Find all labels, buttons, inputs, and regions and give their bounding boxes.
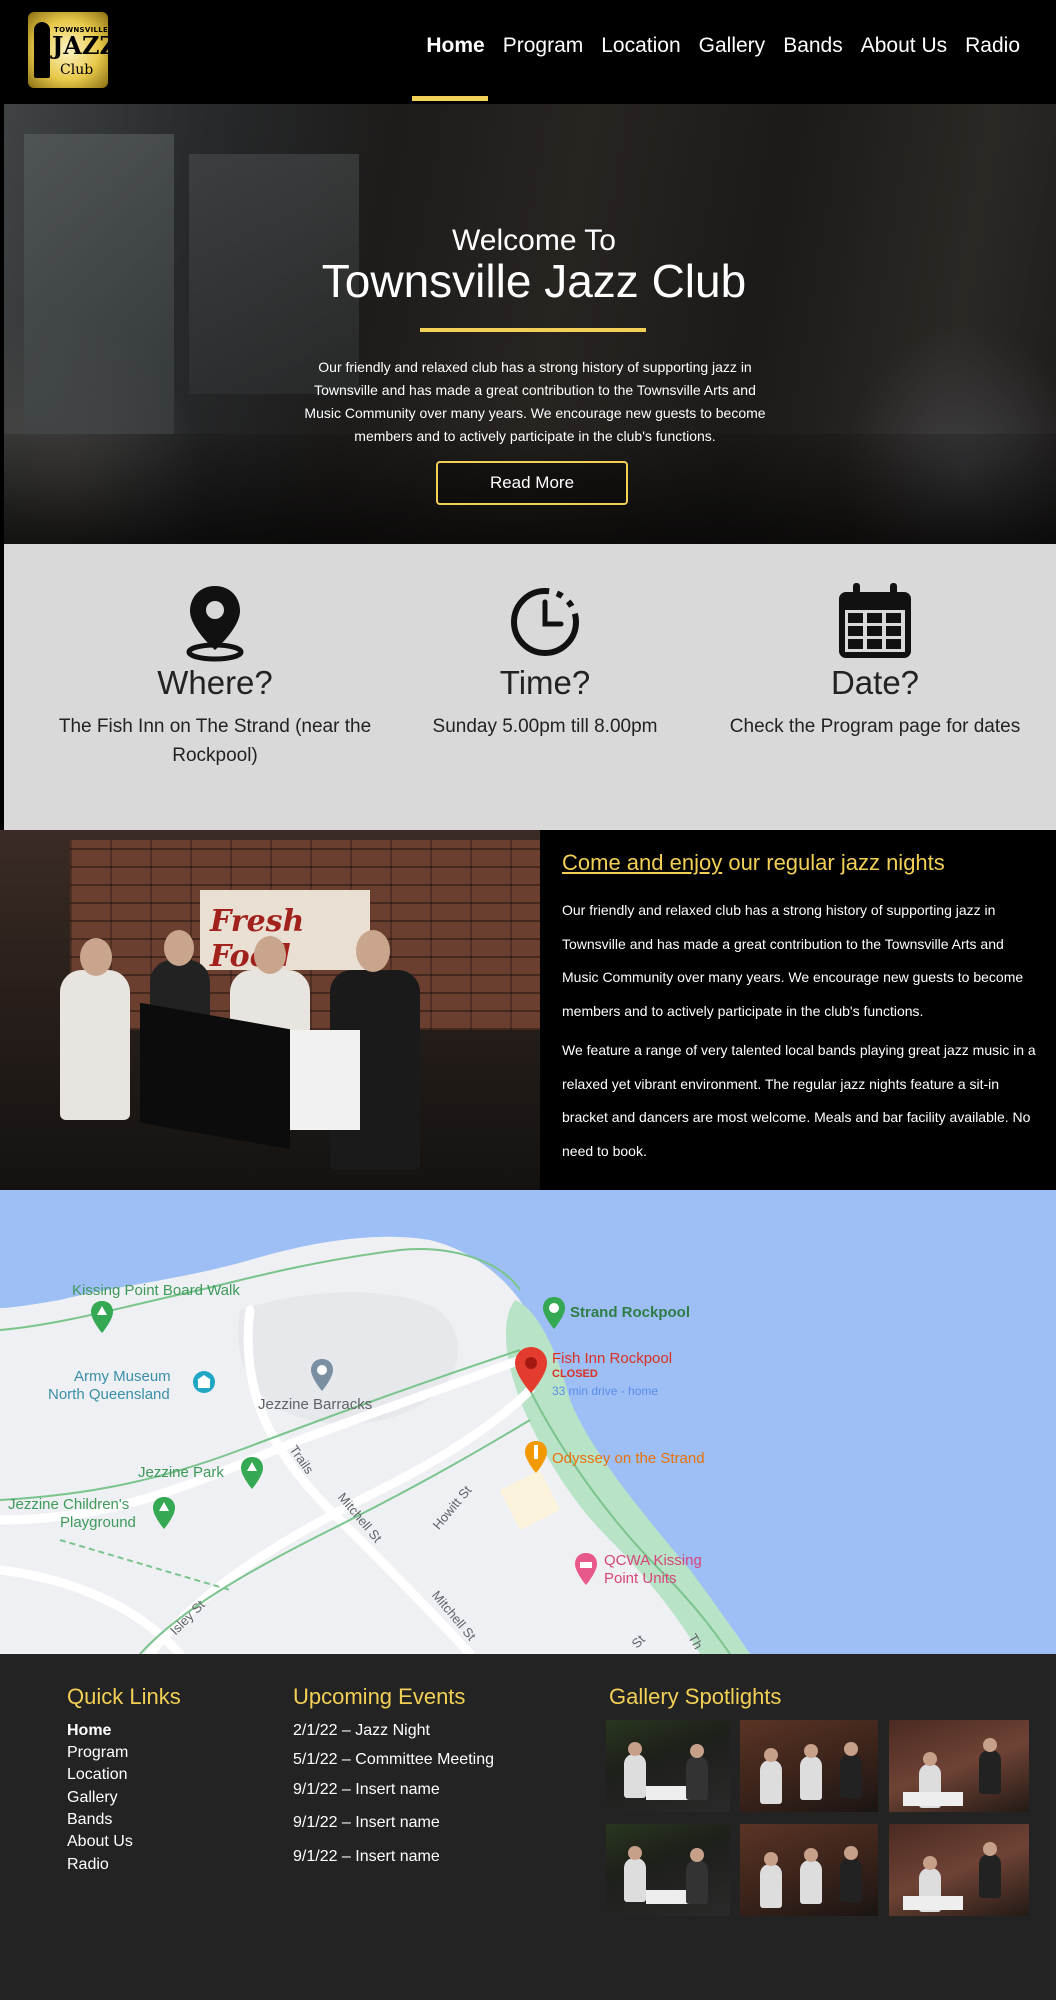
footer-link-location[interactable]: Location xyxy=(67,1766,128,1784)
site-header: TOWNSVILLE JAZZ Club Home Program Locati… xyxy=(0,0,1056,102)
event-item[interactable]: 9/1/22 – Insert name xyxy=(293,1848,440,1866)
map-label-status: CLOSED xyxy=(552,1368,598,1380)
restaurant-pin-icon[interactable] xyxy=(524,1440,548,1474)
hero-title: Townsville Jazz Club xyxy=(321,255,747,307)
feature-paragraph-1: Our friendly and relaxed club has a stro… xyxy=(562,902,1024,1019)
band-photo: Fresh Food xyxy=(0,830,540,1190)
map-label[interactable]: Army Museum xyxy=(74,1368,171,1385)
map-label-drive-time: 33 min drive - home xyxy=(552,1384,659,1398)
location-map[interactable]: Kissing Point Board Walk Strand Rockpool… xyxy=(0,1190,1056,1654)
sand-area xyxy=(500,1470,560,1530)
info-text: The Fish Inn on The Strand (near the Roc… xyxy=(58,716,372,766)
footer-link-radio[interactable]: Radio xyxy=(67,1856,109,1874)
feature-title-link[interactable]: Come and enjoy xyxy=(562,850,722,875)
gallery-thumbnail[interactable] xyxy=(606,1824,730,1916)
map-label[interactable]: Jezzine Children's xyxy=(8,1496,129,1513)
feature-title: Come and enjoy our regular jazz nights xyxy=(562,850,1032,876)
calendar-icon xyxy=(839,583,911,658)
footer-link-about-us[interactable]: About Us xyxy=(67,1833,133,1851)
nav-radio[interactable]: Radio xyxy=(965,34,1020,62)
quick-links-heading: Quick Links xyxy=(67,1684,181,1709)
footer-link-bands[interactable]: Bands xyxy=(67,1811,112,1829)
event-item[interactable]: 2/1/22 – Jazz Night xyxy=(293,1722,430,1740)
hero-subtitle: Welcome To xyxy=(452,224,616,257)
footer-link-home[interactable]: Home xyxy=(67,1722,111,1740)
park-pin-icon[interactable] xyxy=(152,1496,176,1530)
park-pin-icon[interactable] xyxy=(542,1296,566,1330)
park-pin-icon[interactable] xyxy=(90,1300,114,1334)
info-section: Where? The Fish Inn on The Strand (near … xyxy=(4,544,1056,830)
grey-pin-icon[interactable] xyxy=(310,1358,334,1392)
gallery-thumbnail[interactable] xyxy=(889,1720,1029,1812)
gallery-spotlights-heading: Gallery Spotlights xyxy=(609,1684,782,1709)
logo-line-3: Club xyxy=(60,62,94,78)
nav-location[interactable]: Location xyxy=(601,34,680,62)
nav-active-indicator xyxy=(412,96,488,101)
musician xyxy=(60,970,130,1120)
gallery-thumbnail[interactable] xyxy=(606,1720,730,1812)
saxophonist-silhouette xyxy=(34,22,50,78)
park-pin-icon[interactable] xyxy=(240,1456,264,1490)
info-title: Date? xyxy=(830,664,920,701)
hotel-pin-icon[interactable] xyxy=(574,1552,598,1586)
map-label[interactable]: Kissing Point Board Walk xyxy=(72,1282,240,1299)
hero-banner: Welcome To Townsville Jazz Club Our frie… xyxy=(4,104,1056,544)
event-item[interactable]: 9/1/22 – Insert name xyxy=(293,1781,440,1799)
gallery-thumbnail[interactable] xyxy=(889,1824,1029,1916)
map-label[interactable]: Jezzine Park xyxy=(138,1464,224,1481)
nav-program[interactable]: Program xyxy=(503,34,584,62)
info-text: Check the Program page for dates xyxy=(729,716,1021,737)
info-title: Where? xyxy=(157,664,273,701)
hero-divider xyxy=(420,328,646,332)
event-item[interactable]: 9/1/22 – Insert name xyxy=(293,1814,440,1832)
musician-head xyxy=(254,936,286,974)
info-title: Time? xyxy=(499,664,591,701)
musician-head xyxy=(164,930,194,966)
event-item[interactable]: 5/1/22 – Committee Meeting xyxy=(293,1751,494,1769)
map-label[interactable]: Point Units xyxy=(604,1570,677,1587)
gallery-thumbnail[interactable] xyxy=(740,1824,878,1916)
nav-home[interactable]: Home xyxy=(426,34,484,62)
sign-text: Fresh Food xyxy=(210,904,305,974)
logo-line-2: JAZZ xyxy=(52,31,108,60)
footer-link-gallery[interactable]: Gallery xyxy=(67,1789,118,1807)
museum-icon[interactable] xyxy=(192,1370,216,1400)
site-footer: Quick Links Home Program Location Galler… xyxy=(0,1654,1056,2000)
feature-section: Fresh Food Come and enjoy our regular ja… xyxy=(0,830,1056,1190)
main-nav: Home Program Location Gallery Bands Abou… xyxy=(426,34,1020,62)
map-label[interactable]: North Queensland xyxy=(48,1386,170,1403)
musician-head xyxy=(356,930,390,972)
map-label[interactable]: QCWA Kissing xyxy=(604,1552,702,1569)
upcoming-events-heading: Upcoming Events xyxy=(293,1684,466,1709)
footer-link-program[interactable]: Program xyxy=(67,1744,128,1762)
map-pin-icon xyxy=(186,586,244,662)
map-label[interactable]: Playground xyxy=(60,1514,136,1531)
read-more-button[interactable]: Read More xyxy=(436,461,628,505)
music-stand xyxy=(140,1002,290,1150)
red-location-pin-icon[interactable] xyxy=(514,1346,548,1394)
feature-title-rest: our regular jazz nights xyxy=(722,850,945,875)
nav-gallery[interactable]: Gallery xyxy=(699,34,766,62)
site-logo[interactable]: TOWNSVILLE JAZZ Club xyxy=(28,12,108,88)
info-text: Sunday 5.00pm till 8.00pm xyxy=(432,716,658,737)
feature-paragraph-2: We feature a range of very talented loca… xyxy=(562,1042,1036,1159)
nav-bands[interactable]: Bands xyxy=(783,34,843,62)
map-label[interactable]: Strand Rockpool xyxy=(570,1304,690,1321)
map-label[interactable]: Odyssey on the Strand xyxy=(552,1450,705,1467)
map-canvas xyxy=(0,1190,1056,1654)
nav-about-us[interactable]: About Us xyxy=(861,34,947,62)
map-label[interactable]: Fish Inn Rockpool xyxy=(552,1350,672,1367)
gallery-thumbnail[interactable] xyxy=(740,1720,878,1812)
musician-head xyxy=(80,938,112,976)
map-label[interactable]: Jezzine Barracks xyxy=(258,1396,372,1413)
sheet-music xyxy=(290,1030,360,1130)
hero-text: Our friendly and relaxed club has a stro… xyxy=(304,359,766,444)
clock-icon xyxy=(511,588,579,656)
